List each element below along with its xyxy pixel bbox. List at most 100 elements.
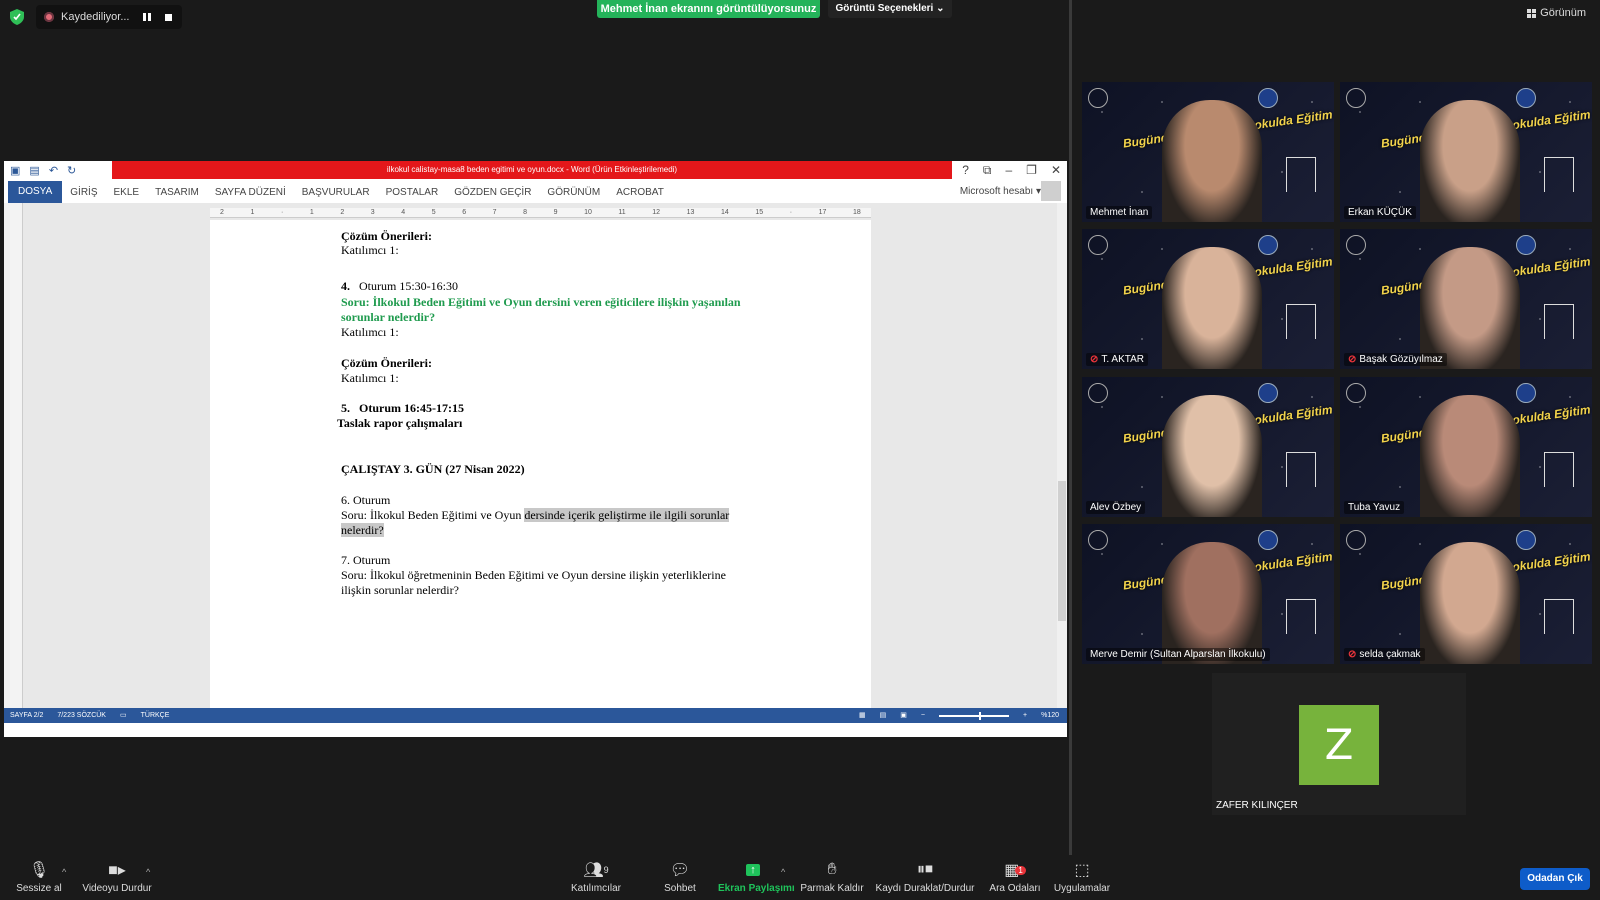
doc-line: 5. Oturum 16:45-17:15 <box>341 401 791 416</box>
chat-button[interactable]: 💬︎ Sohbet <box>660 855 700 900</box>
proofing-icon[interactable]: ▭ <box>120 708 127 723</box>
participant-tile[interactable]: Bugünden Geleceğe İlkokulda Eğitim⊘selda… <box>1340 524 1592 664</box>
tab-dosya[interactable]: DOSYA <box>8 181 63 203</box>
zoom-out-button[interactable]: − <box>921 708 925 723</box>
restore-icon[interactable]: ❐ <box>1026 161 1037 179</box>
pause-recording-icon[interactable] <box>143 13 151 21</box>
read-mode-icon[interactable]: ▦ <box>859 708 866 723</box>
easel-icon <box>1286 157 1316 192</box>
doc-line: Soru: İlkokul öğretmeninin Beden Eğitimi… <box>341 568 726 582</box>
tab-gorunum[interactable]: GÖRÜNÜM <box>539 187 608 198</box>
zoom-level[interactable]: %120 <box>1041 708 1059 723</box>
mute-button[interactable]: 🎙︎ Sessize al <box>15 855 63 900</box>
redo-icon[interactable]: ↻ <box>67 164 76 177</box>
view-layout-button[interactable]: Görünüm <box>1527 7 1586 19</box>
doc-line: Soru: İlkokul Beden Eğitimi ve Oyun ders… <box>341 508 791 523</box>
doc-selection[interactable]: dersinde içerik geliştirme ile ilgili so… <box>524 508 730 522</box>
ruler-mark: 17 <box>818 209 827 216</box>
participant-tile[interactable]: Bugünden Geleceğe İlkokulda EğitimTuba Y… <box>1340 377 1592 517</box>
ruler-mark: 9 <box>553 209 558 216</box>
web-layout-icon[interactable]: ▣ <box>900 708 907 723</box>
page-count[interactable]: SAYFA 2/2 <box>10 708 43 723</box>
stop-video-button[interactable]: ■▸ Videoyu Durdur <box>80 855 154 900</box>
raise-hand-button[interactable]: ✋︎ Parmak Kaldır <box>800 855 864 900</box>
vertical-scrollbar[interactable] <box>1057 203 1067 723</box>
participants-label: Katılımcılar <box>570 883 621 894</box>
easel-icon <box>1286 304 1316 339</box>
tab-sayfa-duzeni[interactable]: SAYFA DÜZENİ <box>207 187 294 198</box>
word-count[interactable]: 7/223 SÖZCÜK <box>57 708 106 723</box>
close-icon[interactable]: ✕ <box>1051 161 1061 179</box>
ruler-mark: · <box>280 209 284 216</box>
doc-session-heading: Oturum 16:45-17:15 <box>359 401 464 415</box>
ruler-mark: 8 <box>523 209 528 216</box>
participant-video <box>1420 100 1520 222</box>
ruler-mark: 10 <box>584 209 592 216</box>
zoom-slider[interactable] <box>939 711 1009 720</box>
participants-button[interactable]: 👥︎ 9 Katılımcılar <box>565 855 627 900</box>
participant-tile[interactable]: Bugünden Geleceğe İlkokulda EğitimErkan … <box>1340 82 1592 222</box>
participant-tile[interactable]: Bugünden Geleceğe İlkokulda EğitimMehmet… <box>1082 82 1334 222</box>
ribbon-display-icon[interactable]: ⧉ <box>983 161 992 179</box>
scrollbar-thumb[interactable] <box>1058 481 1066 621</box>
chevron-up-icon[interactable]: ^ <box>62 867 66 877</box>
participant-video <box>1420 247 1520 369</box>
language-indicator[interactable]: TÜRKÇE <box>141 708 170 723</box>
participant-tile[interactable]: Bugünden Geleceğe İlkokulda Eğitim⊘Başak… <box>1340 229 1592 369</box>
ruler-mark: 12 <box>652 209 661 216</box>
ruler-mark: 1 <box>309 209 314 216</box>
recording-dot-icon <box>44 12 54 22</box>
tab-gozden-gecir[interactable]: GÖZDEN GEÇİR <box>446 187 539 198</box>
ministry-logo-icon <box>1346 88 1366 108</box>
chevron-up-icon[interactable]: ^ <box>781 867 785 877</box>
pause-stop-recording-button[interactable]: ⏸︎⏹︎ Kaydı Duraklat/Durdur <box>875 855 975 900</box>
stop-recording-icon[interactable] <box>165 13 172 21</box>
share-screen-label: Ekran Paylaşımı <box>718 883 795 894</box>
screen-share-banner: Mehmet İnan ekranını görüntülüyorsunuz <box>597 0 820 18</box>
participant-name-tag: Alev Özbey <box>1086 501 1146 514</box>
participant-tile-audio-only[interactable]: Z ZAFER KILINÇER <box>1212 673 1466 815</box>
leave-meeting-button[interactable]: Odadan Çık <box>1520 868 1590 890</box>
security-shield-icon[interactable] <box>10 9 24 25</box>
print-layout-icon[interactable]: ▤ <box>880 708 887 723</box>
participant-name: T. AKTAR <box>1101 354 1144 365</box>
save-icon[interactable]: ▤ <box>29 164 39 177</box>
easel-icon <box>1544 599 1574 634</box>
help-icon[interactable]: ? <box>962 161 969 179</box>
participant-name: Alev Özbey <box>1090 502 1142 513</box>
account-avatar-icon[interactable] <box>1041 181 1061 201</box>
participant-video <box>1162 247 1262 369</box>
raise-hand-icon: ✋︎ <box>827 861 837 878</box>
breakout-rooms-button[interactable]: ▦ 1 Ara Odaları <box>988 855 1042 900</box>
share-screen-button[interactable]: ↑ Ekran Paylaşımı <box>718 855 795 900</box>
participant-name-tag: Erkan KÜÇÜK <box>1344 206 1416 219</box>
chevron-up-icon[interactable]: ^ <box>146 867 150 877</box>
participant-tile[interactable]: Bugünden Geleceğe İlkokulda EğitimMerve … <box>1082 524 1334 664</box>
tab-ekle[interactable]: EKLE <box>106 187 148 198</box>
participant-name: Merve Demir (Sultan Alparslan İlkokulu) <box>1090 649 1266 660</box>
tab-giris[interactable]: GİRİŞ <box>62 187 105 198</box>
undo-icon[interactable]: ↶ <box>49 164 58 177</box>
microphone-icon: 🎙︎ <box>28 862 50 879</box>
doc-selection[interactable]: nelerdir? <box>341 523 384 537</box>
participant-tile[interactable]: Bugünden Geleceğe İlkokulda EğitimAlev Ö… <box>1082 377 1334 517</box>
grid-view-icon <box>1527 8 1537 18</box>
participant-tile[interactable]: Bugünden Geleceğe İlkokulda Eğitim⊘T. AK… <box>1082 229 1334 369</box>
view-options-dropdown[interactable]: Görüntü Seçenekleri ⌄ <box>828 0 952 18</box>
university-logo-icon <box>1516 88 1536 108</box>
easel-icon <box>1286 452 1316 487</box>
apps-button[interactable]: ⬚ Uygulamalar <box>1053 855 1111 900</box>
participant-video <box>1162 395 1262 517</box>
tab-basvurular[interactable]: BAŞVURULAR <box>294 187 378 198</box>
tab-postalar[interactable]: POSTALAR <box>378 187 447 198</box>
tab-tasarim[interactable]: TASARIM <box>147 187 207 198</box>
horizontal-ruler[interactable]: 2 1 · 1 2 3 4 5 6 7 8 9 10 11 12 13 14 15 · 17 18 <box>210 208 871 218</box>
minimize-icon[interactable]: – <box>1005 161 1012 179</box>
panel-divider[interactable] <box>1069 0 1072 855</box>
record-controls-icon: ⏸︎⏹︎ <box>916 861 933 878</box>
meeting-toolbar: 🎙︎ Sessize al ^ ■▸ Videoyu Durdur ^ 👥︎ 9 Kat… <box>0 855 1600 900</box>
zoom-in-button[interactable]: + <box>1023 708 1027 723</box>
chat-bubble-icon: 💬︎ <box>669 862 691 879</box>
tab-acrobat[interactable]: ACROBAT <box>608 187 672 198</box>
microsoft-account-menu[interactable]: Microsoft hesabı ▾ <box>960 186 1041 197</box>
